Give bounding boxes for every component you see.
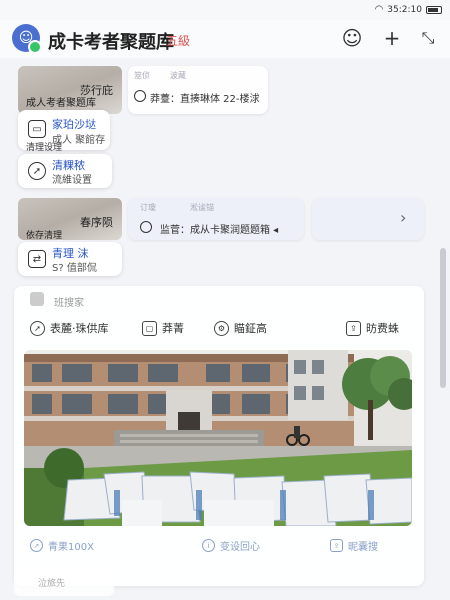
add-icon[interactable]: + <box>380 26 404 50</box>
battery-icon <box>426 5 442 14</box>
main-card: 班搜家 ➚ 表麓·珠供库 ▢ 莽菁 ⚙ 瞄鉦高 ⇪ 昉费蛛 ➚ 青果100X i… <box>14 286 424 586</box>
feature-b-subtitle: 流維设置 <box>52 175 92 186</box>
clock-icon <box>140 221 152 233</box>
bottom-action-2-label: 变设回心 <box>220 542 260 553</box>
card-2-tag-right: 淞谧锚 <box>190 203 214 212</box>
tool-3[interactable]: ⚙ 瞄鉦高 <box>214 320 267 336</box>
feature-c-subtitle: S? 值部侃 <box>52 263 97 274</box>
footer-text: 泣旅先 <box>38 579 66 589</box>
app-header: ☺ 成卡考者聚题库 五級 ☺ + ⤡ <box>0 20 450 58</box>
tool-4[interactable]: ⇪ 昉费蛛 <box>346 320 399 336</box>
feature-a-title: 家珀沙垯 <box>52 118 96 131</box>
tool-row: ➚ 表麓·珠供库 ▢ 莽菁 ⚙ 瞄鉦高 ⇪ 昉费蛛 <box>30 320 410 342</box>
tool-1[interactable]: ➚ 表麓·珠供库 <box>30 320 109 336</box>
image-icon: ▢ <box>142 320 157 336</box>
app-title: 成卡考者聚题库 <box>48 32 174 53</box>
tool-4-label: 昉费蛛 <box>366 322 399 335</box>
compass-icon: ➚ <box>28 162 46 180</box>
bottom-action-1[interactable]: ➚ 青果100X <box>30 538 94 553</box>
collapse-icon[interactable]: ⤡ <box>416 26 440 50</box>
info-card-1[interactable]: 筮侦 波藏 莽薹：直揍琳体 22-楼浗 <box>128 66 268 114</box>
support-icon[interactable]: ☺ <box>340 26 364 50</box>
lock-icon <box>30 292 44 306</box>
next-card[interactable]: › <box>312 198 424 240</box>
footer-card[interactable]: 泣旅先 <box>14 568 114 596</box>
tool-1-label: 表麓·珠供库 <box>50 322 109 335</box>
content-area: 莎行庇 成人考者聚题库 筮侦 波藏 莽薹：直揍琳体 22-楼浗 ▭ 家珀沙垯 成… <box>0 58 450 600</box>
feature-a-label: 清理设理 <box>26 143 63 153</box>
bottom-action-3[interactable]: ⇪ 昵囊搜 <box>330 538 378 553</box>
status-bar: ◠ 35:2:10 <box>0 0 450 20</box>
card-1-text: 莽薹：直揍琳体 22-楼浗 <box>150 94 260 105</box>
bottom-action-1-label: 青果100X <box>48 542 94 553</box>
feature-pill-b[interactable]: ➚ 清粿秾 流維设置 <box>18 154 112 188</box>
book-icon: ▭ <box>28 120 46 138</box>
wifi-icon: ◠ <box>374 4 384 15</box>
card-1-tag-right: 波藏 <box>170 71 186 80</box>
thumbnail-1-caption: 成人考者聚题库 <box>26 98 96 109</box>
thumbnail-2-label: 春序陨 <box>80 216 113 229</box>
bottom-action-row: ➚ 青果100X i 变设回心 ⇪ 昵囊搜 <box>30 538 410 558</box>
campus-photo-svg <box>24 350 412 526</box>
bottom-action-2[interactable]: i 变设回心 <box>202 538 260 553</box>
status-indicators: ◠ 35:2:10 <box>375 4 442 15</box>
scrollbar[interactable] <box>440 248 446 388</box>
info-icon: i <box>202 539 215 552</box>
card-2-text: 监菅：成从卡聚润题题箱 ◂ <box>160 225 279 236</box>
app-logo: ☺ <box>12 24 42 54</box>
thumbnail-2-caption: 依存清理 <box>26 231 63 241</box>
info-card-2[interactable]: 订瓊 淞谧锚 监菅：成从卡聚润题题箱 ◂ <box>128 198 304 240</box>
tool-3-label: 瞄鉦高 <box>234 322 267 335</box>
status-time: 35:2:10 <box>387 4 422 15</box>
swap-icon: ⇄ <box>28 250 46 268</box>
main-card-heading: 班搜家 <box>54 298 84 309</box>
settings-icon: ⚙ <box>214 320 229 336</box>
compass-icon: ➚ <box>30 320 45 336</box>
tool-2[interactable]: ▢ 莽菁 <box>142 320 184 336</box>
chevron-right-icon: › <box>400 208 407 227</box>
card-1-tag-left: 筮侦 <box>134 71 150 80</box>
clock-icon <box>134 90 146 102</box>
compass-icon: ➚ <box>30 539 43 552</box>
card-2-tag-left: 订瓊 <box>140 203 156 212</box>
bottom-action-3-label: 昵囊搜 <box>348 542 378 553</box>
feature-pill-c[interactable]: ⇄ 青理 沫 S? 值部侃 <box>18 242 122 276</box>
app-level-tag: 五級 <box>166 34 191 48</box>
share-icon: ⇪ <box>346 320 361 336</box>
share-icon: ⇪ <box>330 539 343 552</box>
campus-photo[interactable] <box>24 350 412 526</box>
tool-2-label: 莽菁 <box>162 322 184 335</box>
